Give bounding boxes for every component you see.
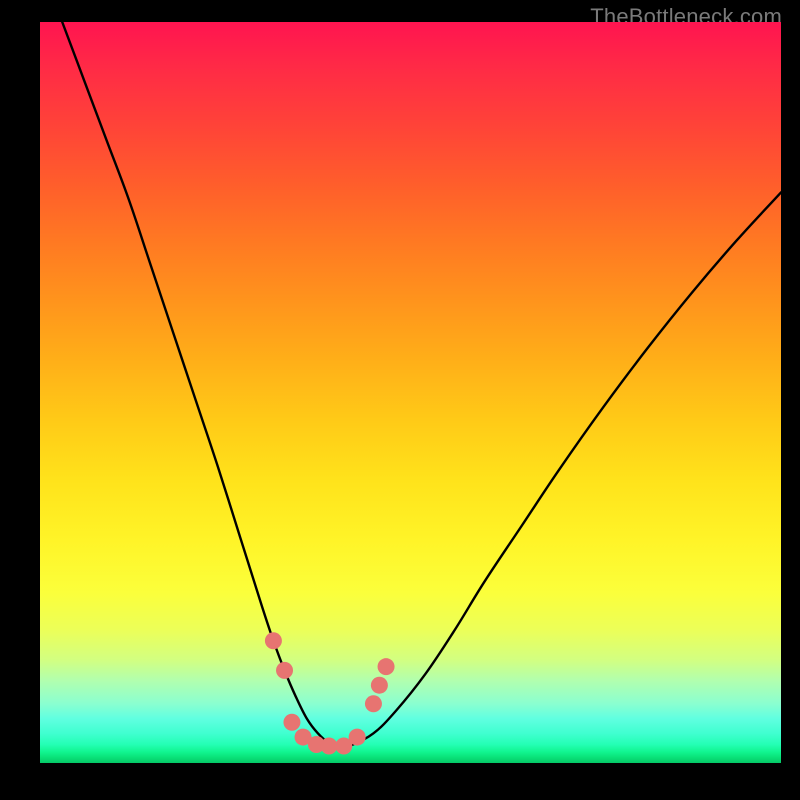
curve-layer (40, 22, 781, 763)
plot-area (40, 22, 781, 763)
curve-marker (265, 632, 282, 649)
curve-marker (283, 714, 300, 731)
curve-marker (378, 658, 395, 675)
curve-marker (371, 677, 388, 694)
curve-marker (349, 729, 366, 746)
curve-markers (265, 632, 395, 754)
bottleneck-curve (62, 22, 781, 747)
curve-marker (276, 662, 293, 679)
curve-marker (320, 737, 337, 754)
curve-marker (365, 695, 382, 712)
chart-frame: TheBottleneck.com (0, 0, 800, 800)
